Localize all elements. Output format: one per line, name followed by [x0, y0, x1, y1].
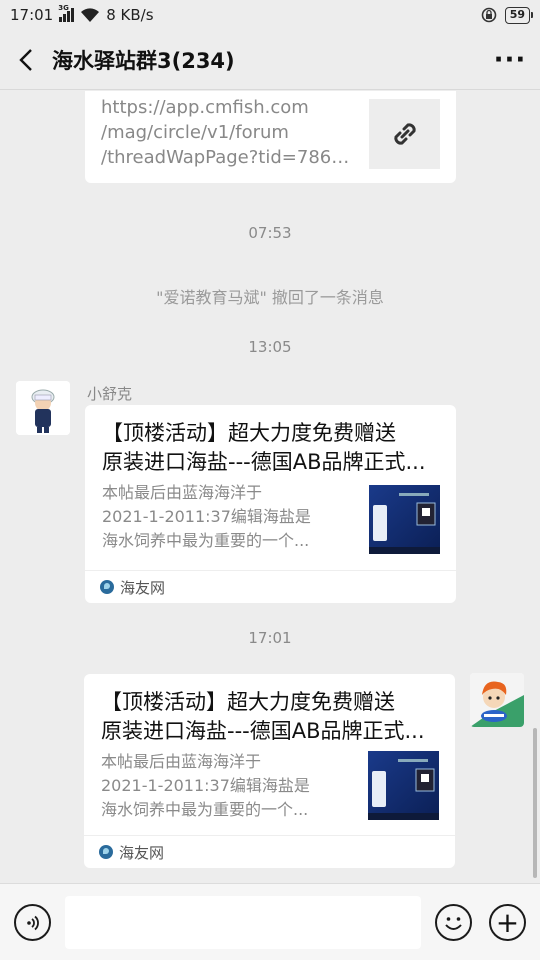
- link-icon: [393, 123, 416, 145]
- cartoon-avatar-icon: [470, 673, 524, 727]
- status-time: 17:01: [10, 6, 54, 24]
- emoji-icon: [445, 917, 462, 930]
- input-bar: +: [0, 883, 540, 960]
- article-description: 本帖最后由蓝海海洋于 2021-1-2011:37编辑海盐是 海水饲养中最为重要…: [102, 483, 311, 550]
- article-thumbnail: [368, 751, 439, 820]
- link-url: https://app.cmfish.com /mag/circle/v1/fo…: [101, 97, 357, 168]
- battery-icon: 59: [504, 6, 534, 24]
- article-source: 海友网: [84, 835, 455, 868]
- sailor-avatar-icon: [16, 381, 70, 435]
- source-logo-icon: [99, 845, 113, 859]
- plus-button[interactable]: +: [489, 904, 526, 941]
- wifi-icon: [81, 8, 100, 22]
- avatar[interactable]: [16, 381, 70, 435]
- message-input[interactable]: [65, 896, 421, 949]
- more-button[interactable]: ···: [480, 30, 540, 90]
- scrollbar[interactable]: [533, 728, 537, 878]
- recall-notice: "爱诺教育马斌" 撤回了一条消息: [156, 288, 384, 307]
- timestamp: 07:53: [248, 224, 292, 242]
- voice-button[interactable]: [14, 904, 51, 941]
- title-bar: 海水驿站群3(234) ···: [0, 30, 540, 90]
- status-bar: 17:01 3G 8 KB/s 59: [0, 0, 540, 30]
- back-button[interactable]: [0, 30, 52, 90]
- alarm-icon: [481, 7, 496, 23]
- timestamp: 13:05: [248, 338, 292, 356]
- chevron-left-icon: [19, 48, 32, 71]
- sender-name: 小舒克: [87, 385, 133, 403]
- signal-icon: 3G: [58, 4, 75, 22]
- article-description: 本帖最后由蓝海海洋于 2021-1-2011:37编辑海盐是 海水饲养中最为重要…: [101, 752, 310, 819]
- article-title: 【顶楼活动】超大力度免费赠送 原装进口海盐---德国AB品牌正式...: [101, 690, 425, 743]
- self-avatar[interactable]: [470, 673, 524, 727]
- more-dots-icon: ···: [493, 44, 527, 75]
- link-message-card[interactable]: https://app.cmfish.com /mag/circle/v1/fo…: [85, 91, 456, 183]
- emoji-button[interactable]: [435, 904, 472, 941]
- article-message-card[interactable]: 【顶楼活动】超大力度免费赠送 原装进口海盐---德国AB品牌正式... 本帖最后…: [85, 405, 456, 603]
- article-message-card[interactable]: 【顶楼活动】超大力度免费赠送 原装进口海盐---德国AB品牌正式... 本帖最后…: [84, 674, 455, 868]
- source-logo-icon: [100, 580, 114, 594]
- page-title: 海水驿站群3(234): [52, 48, 235, 73]
- article-title: 【顶楼活动】超大力度免费赠送 原装进口海盐---德国AB品牌正式...: [102, 421, 426, 474]
- link-thumbnail: [369, 99, 440, 169]
- network-speed: 8 KB/s: [106, 6, 154, 24]
- voice-icon: [26, 915, 39, 930]
- chat-area[interactable]: https://app.cmfish.com /mag/circle/v1/fo…: [0, 91, 540, 883]
- article-thumbnail: [369, 485, 440, 554]
- timestamp: 17:01: [248, 629, 292, 647]
- article-source: 海友网: [85, 570, 456, 603]
- plus-icon: +: [495, 905, 520, 939]
